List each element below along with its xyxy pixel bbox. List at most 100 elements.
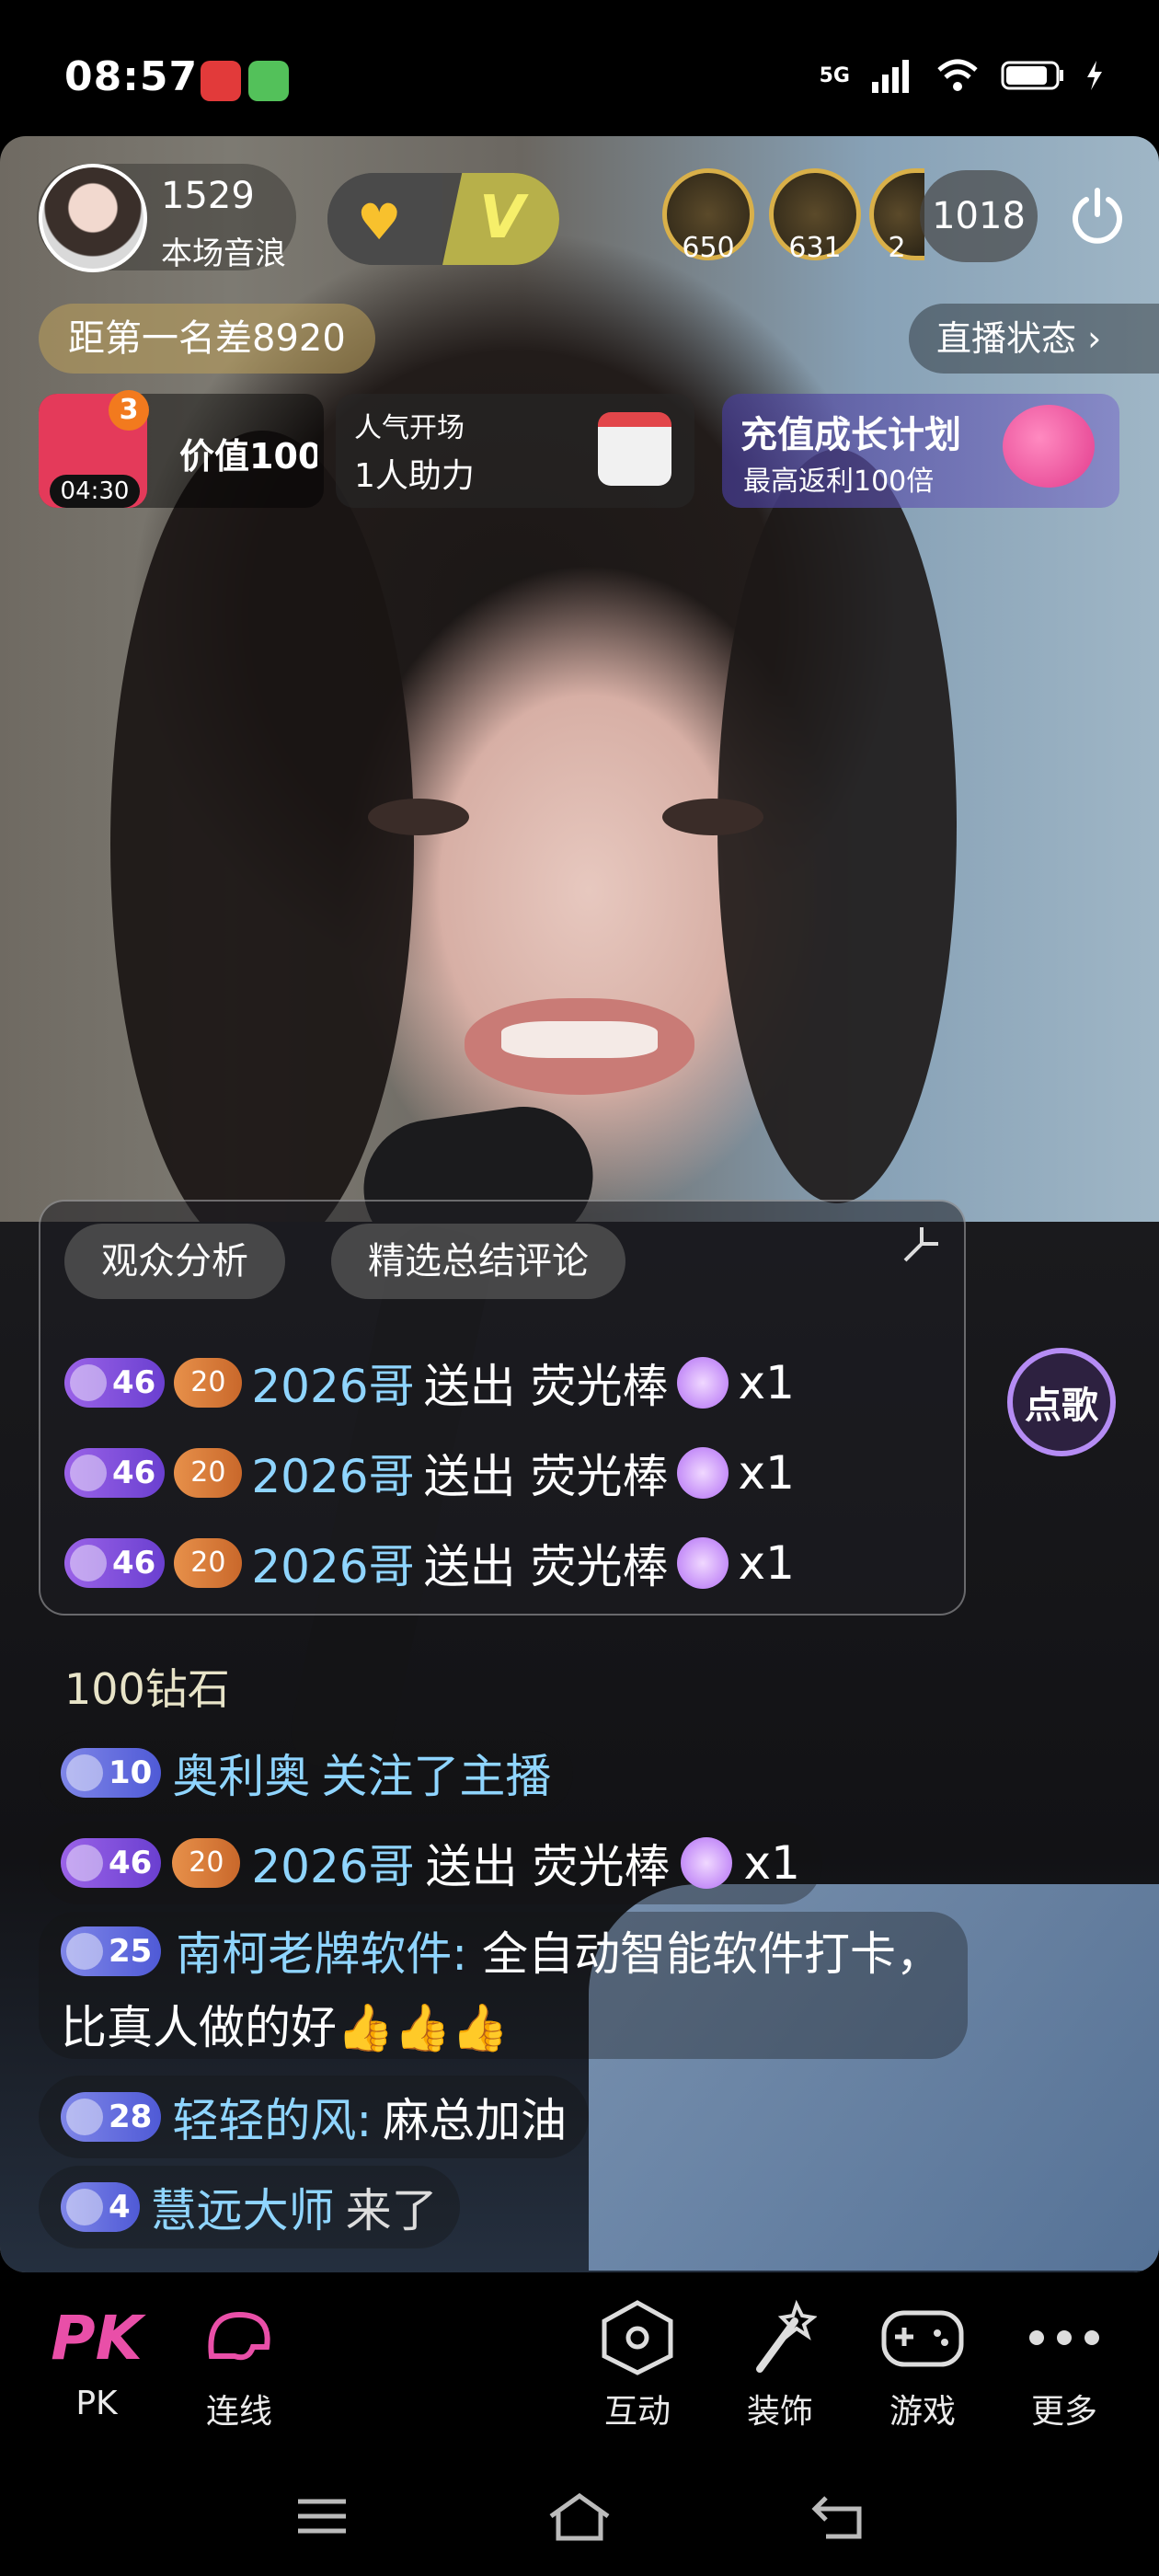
glow-stick-icon — [681, 1837, 733, 1889]
host-audio-wave-label: 本场音浪 — [161, 236, 286, 272]
more-label: 更多 — [1030, 2393, 1097, 2431]
message-username[interactable]: 2026哥 — [251, 1830, 414, 1896]
fan-level-badge: 20 — [174, 1358, 243, 1408]
interact-label: 互动 — [603, 2393, 671, 2431]
gift-count: x1 — [738, 1446, 795, 1500]
fan-level-badge: 20 — [174, 1538, 243, 1588]
message-username[interactable]: 轻轻的风: — [172, 2084, 372, 2150]
recharge-subtitle: 最高返利100倍 — [743, 466, 935, 498]
home-icon[interactable] — [538, 2475, 621, 2558]
chat-message: 10 奥利奥 关注了主播 — [39, 1731, 574, 1814]
pk-button[interactable]: PK PK — [37, 2296, 156, 2423]
top-viewer-score: 631 — [788, 232, 842, 264]
message-username[interactable]: 南柯老牌软件: — [176, 1927, 467, 1981]
video-backdrop — [368, 799, 469, 835]
message-text: 关注了主播 — [321, 1750, 552, 1803]
gift-count: x1 — [738, 1356, 795, 1409]
message-text: 麻总加油 — [383, 2094, 568, 2147]
message-username[interactable]: 2026哥 — [251, 1530, 414, 1596]
message-text: 送出 荧光棒 — [425, 1840, 671, 1893]
video-backdrop — [110, 431, 414, 1259]
live-status-button[interactable]: 直播状态 › — [909, 304, 1159, 374]
gift-value-label: 价值100 — [179, 436, 317, 477]
fan-club-badge[interactable]: ♥ V — [327, 173, 559, 265]
status-bar: 08:57 5G — [0, 0, 1159, 138]
user-level-badge: 28 — [61, 2092, 162, 2142]
decorate-label: 装饰 — [746, 2393, 813, 2431]
host-audio-wave-count: 1529 — [161, 175, 255, 217]
popularity-subtitle: 1人助力 — [354, 457, 475, 495]
collapse-icon[interactable] — [901, 1224, 942, 1264]
user-level-badge: 25 — [61, 1926, 162, 1976]
calendar-check-icon — [598, 412, 671, 486]
decorate-button[interactable]: 装饰 — [720, 2296, 840, 2432]
user-level-badge: 46 — [64, 1358, 166, 1408]
video-backdrop — [662, 799, 763, 835]
gift-timer: 04:30 — [50, 475, 140, 508]
message-username[interactable]: 2026哥 — [251, 1440, 414, 1506]
popularity-title: 人气开场 — [354, 412, 465, 444]
interact-button[interactable]: 互动 — [578, 2296, 697, 2432]
gift-message: 46 20 2026哥 送出 荧光棒 x1 — [64, 1531, 795, 1595]
magic-wand-icon — [720, 2296, 840, 2379]
gift-count: x1 — [743, 1836, 800, 1890]
video-backdrop — [501, 1021, 658, 1058]
pk-label: PK — [75, 2385, 118, 2422]
message-username[interactable]: 2026哥 — [251, 1350, 414, 1416]
notification-app-icon — [201, 61, 241, 101]
charging-icon — [1087, 61, 1102, 90]
top-viewer-score: 650 — [682, 232, 735, 264]
gift-message: 46 20 2026哥 送出 荧光棒 x1 — [64, 1351, 795, 1415]
menu-icon[interactable] — [281, 2475, 363, 2558]
status-icons: 5G — [820, 57, 1104, 94]
message-text: 送出 荧光棒 — [423, 1360, 669, 1413]
more-button[interactable]: 更多 — [1004, 2296, 1124, 2432]
song-request-button[interactable]: 点歌 — [1007, 1348, 1116, 1456]
vip-icon: V — [479, 184, 525, 252]
more-icon — [1004, 2296, 1124, 2379]
heart-icon: ♥ — [357, 193, 402, 251]
games-label: 游戏 — [889, 2393, 956, 2431]
user-level-badge: 46 — [61, 1838, 162, 1888]
rank-gap-badge[interactable]: 距第一名差8920 — [39, 304, 375, 374]
wifi-icon — [937, 59, 978, 91]
link-icon — [179, 2296, 299, 2379]
back-icon[interactable] — [796, 2475, 878, 2558]
audience-analysis-tab[interactable]: 观众分析 — [64, 1224, 285, 1299]
host-avatar[interactable] — [39, 164, 147, 272]
glow-stick-icon — [677, 1447, 729, 1499]
gift-message: 46 20 2026哥 送出 荧光棒 x1 — [64, 1441, 795, 1505]
chat-message: 4 慧远大师 来了 — [39, 2166, 460, 2248]
chat-message: 25 南柯老牌软件: 全自动智能软件打卡，比真人做的好👍👍👍 — [39, 1912, 968, 2059]
message-text: 送出 荧光棒 — [423, 1450, 669, 1503]
chat-message: 28 轻轻的风: 麻总加油 — [39, 2076, 590, 2158]
gift-count: x1 — [738, 1536, 795, 1590]
featured-comments-tab[interactable]: 精选总结评论 — [331, 1224, 625, 1299]
glow-stick-icon — [677, 1537, 729, 1589]
pk-icon: PK — [51, 2302, 143, 2374]
gift-count-badge: 3 — [109, 390, 149, 431]
fan-level-badge: 20 — [174, 1448, 243, 1498]
piggy-bank-icon — [1003, 405, 1095, 488]
recharge-title: 充值成长计划 — [740, 414, 961, 456]
battery-icon — [1001, 61, 1063, 90]
message-username[interactable]: 奥利奥 — [172, 1740, 310, 1806]
viewer-count[interactable]: 1018 — [920, 170, 1038, 262]
user-level-badge: 46 — [64, 1448, 166, 1498]
status-time: 08:57 — [64, 53, 199, 100]
user-level-badge: 4 — [61, 2182, 140, 2232]
signal-icon — [872, 60, 909, 93]
co-host-button[interactable]: 连线 — [179, 2296, 299, 2432]
message-username[interactable]: 慧远大师 — [151, 2174, 335, 2240]
games-button[interactable]: 游戏 — [863, 2296, 982, 2432]
co-host-label: 连线 — [205, 2393, 272, 2431]
power-icon — [1073, 188, 1122, 244]
chat-message: 46 20 2026哥 送出 荧光棒 x1 — [39, 1822, 822, 1904]
message-text: 来了 — [345, 2184, 438, 2237]
notification-app-icon — [248, 61, 289, 101]
diamond-text: 100钻石 — [64, 1664, 230, 1714]
end-live-button[interactable] — [1056, 175, 1139, 258]
interact-icon — [578, 2296, 697, 2379]
glow-stick-icon — [677, 1357, 729, 1409]
fan-level-badge: 20 — [172, 1838, 241, 1888]
